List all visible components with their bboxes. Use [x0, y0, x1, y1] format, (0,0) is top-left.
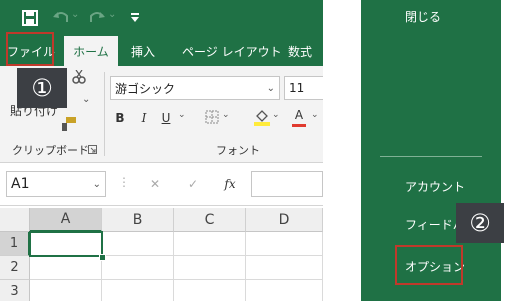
file-tab-highlight	[6, 32, 54, 66]
name-box-value: A1	[11, 176, 30, 192]
fill-handle[interactable]	[99, 254, 106, 261]
fill-color-icon[interactable]	[254, 108, 270, 126]
font-color-swatch	[292, 124, 306, 127]
cut-icon[interactable]	[72, 70, 86, 84]
row-header-2[interactable]: 2	[0, 256, 30, 280]
borders-icon[interactable]	[205, 110, 219, 124]
active-cell-border	[29, 231, 103, 257]
underline-button[interactable]: U	[158, 108, 174, 128]
chevron-down-icon: ⌄	[92, 178, 101, 190]
column-header-b[interactable]: B	[102, 208, 174, 232]
tab-page-layout[interactable]: ページ レイアウト	[182, 36, 282, 66]
formula-bar: A1 ⌄ ⋮ ✕ ✓ fx	[0, 163, 323, 206]
clipboard-launcher-icon[interactable]	[88, 145, 97, 154]
cell-a3[interactable]	[30, 280, 102, 301]
insert-function-icon[interactable]: fx	[220, 175, 240, 193]
row-header-3[interactable]: 3	[0, 280, 30, 301]
row-header-1[interactable]: 1	[0, 232, 30, 256]
drag-handle-icon[interactable]: ⋮	[118, 175, 130, 189]
cell-c2[interactable]	[174, 256, 246, 280]
format-painter-icon[interactable]	[60, 116, 78, 132]
enter-icon[interactable]: ✓	[184, 175, 202, 193]
account-menu-item[interactable]: アカウント	[405, 178, 465, 195]
copy-dropdown-icon[interactable]: ⌄	[82, 94, 90, 105]
save-icon[interactable]	[22, 10, 38, 26]
tab-home[interactable]: ホーム	[64, 36, 118, 66]
clipboard-group-label: クリップボード	[12, 144, 89, 157]
cell-b1[interactable]	[102, 232, 174, 256]
callout-1-badge: ①	[17, 68, 67, 108]
font-name-dropdown[interactable]: 游ゴシック ⌄	[110, 76, 280, 100]
customize-icon[interactable]	[130, 12, 140, 24]
bold-button[interactable]: B	[112, 108, 128, 128]
chevron-down-icon: ⌄	[266, 82, 275, 94]
excel-window: ⌄ ⌄ ファイル ホーム 挿入 ページ レイアウト 数式 ⌄ 貼り付け クリップ…	[0, 0, 323, 301]
formula-input[interactable]	[251, 171, 323, 197]
select-all-corner[interactable]	[0, 208, 30, 232]
callout-2-badge: ②	[456, 203, 504, 243]
cell-c3[interactable]	[174, 280, 246, 301]
cell-d2[interactable]	[246, 256, 323, 280]
font-color-dropdown-icon[interactable]: ⌄	[311, 110, 319, 120]
group-divider	[104, 72, 105, 156]
window-edge	[501, 0, 513, 301]
cell-d1[interactable]	[246, 232, 323, 256]
font-size-value: 11	[289, 81, 305, 95]
underline-dropdown-icon[interactable]: ⌄	[178, 110, 186, 120]
backstage-divider	[380, 156, 482, 157]
column-header-a[interactable]: A	[30, 208, 102, 232]
cell-b3[interactable]	[102, 280, 174, 301]
options-highlight	[395, 245, 463, 285]
column-header-d[interactable]: D	[246, 208, 323, 232]
italic-button[interactable]: I	[136, 108, 152, 128]
tab-insert[interactable]: 挿入	[131, 36, 155, 66]
cancel-icon[interactable]: ✕	[146, 175, 164, 193]
quick-access-toolbar: ⌄ ⌄	[0, 0, 323, 36]
font-name-value: 游ゴシック	[115, 81, 176, 96]
fill-color-dropdown-icon[interactable]: ⌄	[272, 110, 280, 120]
name-box[interactable]: A1 ⌄	[6, 171, 106, 197]
font-group-label: フォント	[216, 144, 260, 157]
cell-d3[interactable]	[246, 280, 323, 301]
close-menu-item[interactable]: 閉じる	[405, 8, 441, 25]
undo-dropdown-icon[interactable]: ⌄	[71, 9, 79, 20]
redo-dropdown-icon[interactable]: ⌄	[108, 9, 116, 20]
font-color-button[interactable]: A	[292, 106, 306, 124]
undo-icon[interactable]	[52, 10, 70, 26]
column-header-c[interactable]: C	[174, 208, 246, 232]
redo-icon[interactable]	[88, 10, 106, 26]
cell-b2[interactable]	[102, 256, 174, 280]
font-size-dropdown[interactable]: 11	[284, 76, 323, 100]
cell-c1[interactable]	[174, 232, 246, 256]
tab-formulas[interactable]: 数式	[288, 36, 312, 66]
cell-a2[interactable]	[30, 256, 102, 280]
borders-dropdown-icon[interactable]: ⌄	[222, 110, 230, 120]
